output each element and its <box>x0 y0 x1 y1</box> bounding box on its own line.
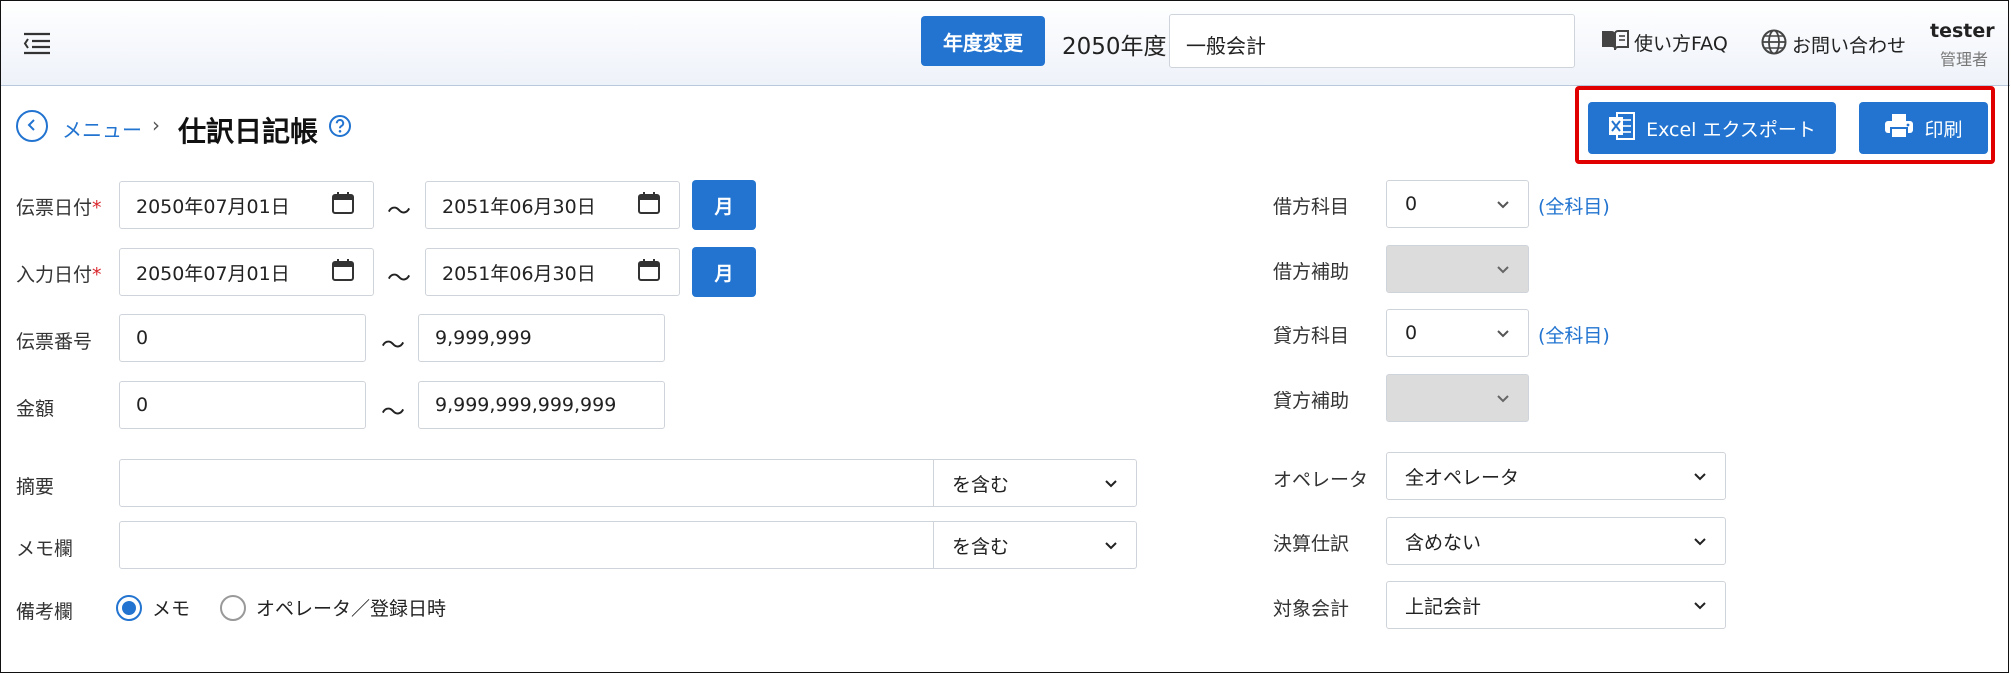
faq-label: 使い方FAQ <box>1634 33 1728 55</box>
slip-number-from[interactable]: 0 <box>119 314 366 362</box>
amount-label: 金額 <box>16 398 55 420</box>
menu-toggle-icon[interactable] <box>20 30 52 56</box>
chevron-down-icon <box>1104 534 1118 556</box>
range-tilde: ～ <box>387 197 411 225</box>
breadcrumb-separator: › <box>152 113 160 137</box>
debit-sub-label: 借方補助 <box>1273 261 1350 283</box>
page-title: 仕訳日記帳 <box>178 115 319 148</box>
print-button[interactable]: 印刷 <box>1859 102 1988 154</box>
contact-link[interactable]: お問い合わせ <box>1760 28 1906 61</box>
range-tilde: ～ <box>381 331 405 359</box>
credit-sub-label: 貸方補助 <box>1273 390 1350 412</box>
help-icon[interactable] <box>328 114 352 138</box>
amount-from[interactable]: 0 <box>119 381 366 429</box>
slip-number-to[interactable]: 9,999,999 <box>418 314 665 362</box>
chevron-down-icon <box>1104 472 1118 494</box>
excel-export-label: Excel エクスポート <box>1646 118 1816 141</box>
range-tilde: ～ <box>381 398 405 426</box>
back-button[interactable] <box>16 110 48 142</box>
credit-sub-select <box>1386 374 1529 422</box>
memo-input[interactable] <box>120 522 934 568</box>
input-date-label: 入力日付* <box>16 264 102 286</box>
memo-match-select[interactable]: を含む <box>934 522 1136 568</box>
calendar-icon[interactable] <box>331 258 355 287</box>
user-name[interactable]: tester <box>1930 20 1995 42</box>
accounting-field[interactable]: 一般会計 <box>1169 14 1575 68</box>
radio-selected-icon <box>116 594 142 621</box>
globe-icon <box>1760 28 1788 61</box>
print-label: 印刷 <box>1924 118 1963 141</box>
debit-account-select[interactable]: 0 <box>1386 180 1529 228</box>
input-date-month-button[interactable]: 月 <box>692 247 756 297</box>
input-date-to[interactable]: 2051年06月30日 <box>425 248 680 296</box>
range-tilde: ～ <box>387 264 411 292</box>
breadcrumb-menu-link[interactable]: メニュー <box>62 114 142 143</box>
chevron-down-icon <box>1496 322 1510 344</box>
debit-all-accounts-link[interactable]: (全科目) <box>1538 192 1610 219</box>
credit-account-select[interactable]: 0 <box>1386 309 1529 357</box>
slip-number-label: 伝票番号 <box>16 331 93 353</box>
book-icon <box>1600 28 1630 57</box>
printer-icon <box>1884 113 1914 144</box>
slip-date-from[interactable]: 2050年07月01日 <box>119 181 374 229</box>
slip-date-label: 伝票日付* <box>16 197 102 219</box>
radio-unselected-icon <box>220 594 246 621</box>
summary-label: 摘要 <box>16 476 55 498</box>
operator-label: オペレータ <box>1273 469 1369 491</box>
chevron-down-icon <box>1496 193 1510 215</box>
calendar-icon[interactable] <box>637 258 661 287</box>
target-accounting-select[interactable]: 上記会計 <box>1386 581 1726 629</box>
user-role: 管理者 <box>1939 50 1988 69</box>
memo-field: を含む <box>119 521 1137 569</box>
input-date-from[interactable]: 2050年07月01日 <box>119 248 374 296</box>
faq-link[interactable]: 使い方FAQ <box>1600 28 1728 57</box>
chevron-left-icon <box>26 117 38 136</box>
slip-date-to[interactable]: 2051年06月30日 <box>425 181 680 229</box>
remarks-option-operator[interactable]: オペレータ／登録日時 <box>220 594 446 621</box>
summary-input[interactable] <box>120 460 934 506</box>
excel-icon <box>1608 111 1636 146</box>
chevron-down-icon <box>1496 387 1510 409</box>
credit-all-accounts-link[interactable]: (全科目) <box>1538 321 1610 348</box>
settlement-select[interactable]: 含めない <box>1386 517 1726 565</box>
excel-export-button[interactable]: Excel エクスポート <box>1588 102 1836 154</box>
chevron-down-icon <box>1693 594 1707 616</box>
remarks-option-memo[interactable]: メモ <box>116 594 190 621</box>
amount-to[interactable]: 9,999,999,999,999 <box>418 381 665 429</box>
calendar-icon[interactable] <box>331 191 355 220</box>
summary-match-select[interactable]: を含む <box>934 460 1136 506</box>
calendar-icon[interactable] <box>637 191 661 220</box>
chevron-down-icon <box>1496 258 1510 280</box>
credit-account-label: 貸方科目 <box>1273 325 1350 347</box>
settlement-label: 決算仕訳 <box>1273 533 1350 555</box>
debit-sub-select <box>1386 245 1529 293</box>
debit-account-label: 借方科目 <box>1273 196 1350 218</box>
contact-label: お問い合わせ <box>1792 35 1907 57</box>
memo-label: メモ欄 <box>16 538 74 560</box>
slip-date-month-button[interactable]: 月 <box>692 180 756 230</box>
summary-field: を含む <box>119 459 1137 507</box>
chevron-down-icon <box>1693 465 1707 487</box>
fiscal-year-text: 2050年度 <box>1062 34 1167 60</box>
operator-select[interactable]: 全オペレータ <box>1386 452 1726 500</box>
change-year-button[interactable]: 年度変更 <box>921 16 1045 66</box>
remarks-label: 備考欄 <box>16 601 74 623</box>
chevron-down-icon <box>1693 530 1707 552</box>
target-accounting-label: 対象会計 <box>1273 598 1350 620</box>
